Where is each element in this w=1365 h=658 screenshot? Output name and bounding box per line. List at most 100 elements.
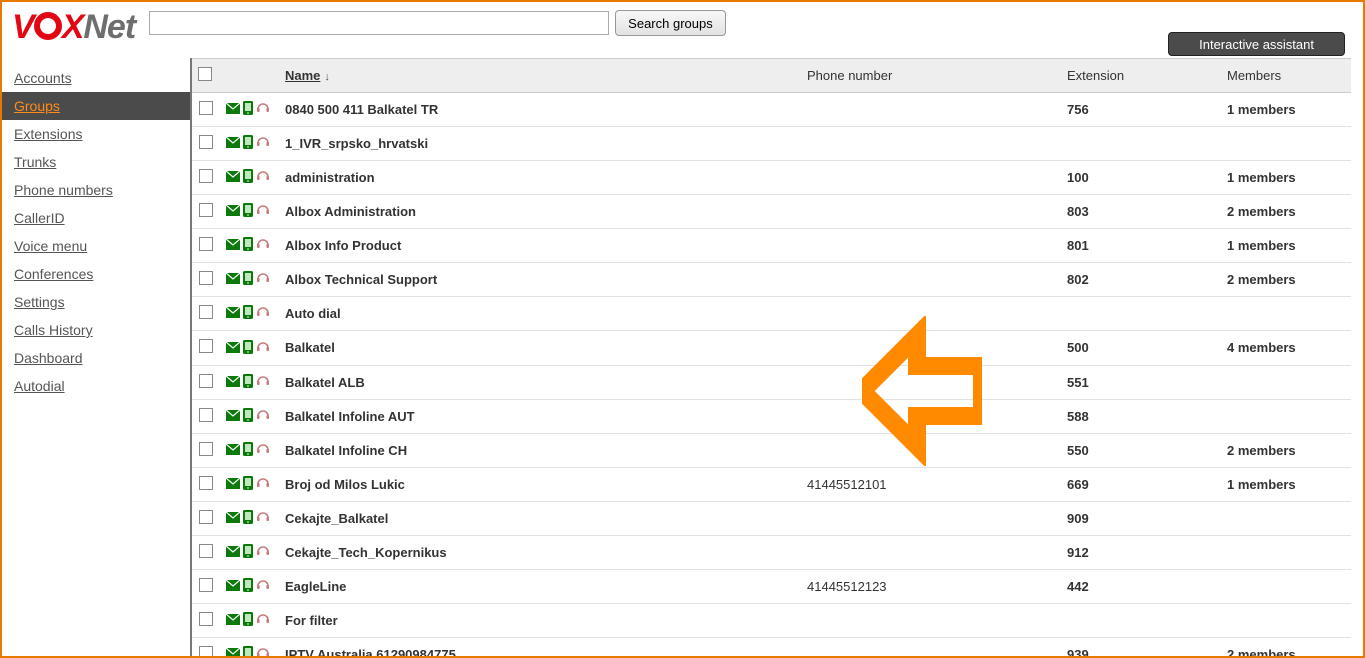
row-checkbox[interactable] bbox=[199, 578, 213, 592]
row-name[interactable]: IPTV Australia 61290984775 bbox=[279, 638, 801, 657]
header-members[interactable]: Members bbox=[1221, 59, 1351, 93]
row-name[interactable]: Cekajte_Balkatel bbox=[279, 501, 801, 535]
headset-icon[interactable] bbox=[256, 271, 270, 288]
phone-icon[interactable] bbox=[243, 578, 253, 595]
header-extension[interactable]: Extension bbox=[1061, 59, 1221, 93]
sidebar-item-conferences[interactable]: Conferences bbox=[2, 260, 190, 288]
phone-icon[interactable] bbox=[243, 237, 253, 254]
row-checkbox[interactable] bbox=[199, 646, 213, 656]
phone-icon[interactable] bbox=[243, 340, 253, 357]
header-phone[interactable]: Phone number bbox=[801, 59, 1061, 93]
row-name[interactable]: EagleLine bbox=[279, 569, 801, 603]
headset-icon[interactable] bbox=[256, 169, 270, 186]
mail-icon[interactable] bbox=[226, 341, 240, 356]
headset-icon[interactable] bbox=[256, 646, 270, 656]
row-name[interactable]: Cekajte_Tech_Kopernikus bbox=[279, 535, 801, 569]
mail-icon[interactable] bbox=[226, 579, 240, 594]
mail-icon[interactable] bbox=[226, 511, 240, 526]
row-checkbox[interactable] bbox=[199, 476, 213, 490]
headset-icon[interactable] bbox=[256, 237, 270, 254]
sidebar-item-phone-numbers[interactable]: Phone numbers bbox=[2, 176, 190, 204]
row-checkbox[interactable] bbox=[199, 544, 213, 558]
row-checkbox[interactable] bbox=[199, 339, 213, 353]
phone-icon[interactable] bbox=[243, 476, 253, 493]
row-checkbox[interactable] bbox=[199, 101, 213, 115]
sidebar-item-autodial[interactable]: Autodial bbox=[2, 372, 190, 400]
phone-icon[interactable] bbox=[243, 374, 253, 391]
row-checkbox[interactable] bbox=[199, 135, 213, 149]
mail-icon[interactable] bbox=[226, 238, 240, 253]
row-name[interactable]: administration bbox=[279, 161, 801, 195]
row-name[interactable]: 0840 500 411 Balkatel TR bbox=[279, 93, 801, 127]
headset-icon[interactable] bbox=[256, 374, 270, 391]
headset-icon[interactable] bbox=[256, 135, 270, 152]
row-name[interactable]: Balkatel ALB bbox=[279, 365, 801, 399]
row-checkbox[interactable] bbox=[199, 271, 213, 285]
phone-icon[interactable] bbox=[243, 442, 253, 459]
phone-icon[interactable] bbox=[243, 203, 253, 220]
sidebar-item-groups[interactable]: Groups bbox=[2, 92, 190, 120]
sidebar-item-extensions[interactable]: Extensions bbox=[2, 120, 190, 148]
phone-icon[interactable] bbox=[243, 305, 253, 322]
row-checkbox[interactable] bbox=[199, 612, 213, 626]
row-name[interactable]: Albox Info Product bbox=[279, 229, 801, 263]
sort-name-link[interactable]: Name bbox=[285, 68, 320, 83]
mail-icon[interactable] bbox=[226, 375, 240, 390]
phone-icon[interactable] bbox=[243, 135, 253, 152]
headset-icon[interactable] bbox=[256, 101, 270, 118]
mail-icon[interactable] bbox=[226, 443, 240, 458]
mail-icon[interactable] bbox=[226, 613, 240, 628]
headset-icon[interactable] bbox=[256, 203, 270, 220]
mail-icon[interactable] bbox=[226, 136, 240, 151]
headset-icon[interactable] bbox=[256, 612, 270, 629]
phone-icon[interactable] bbox=[243, 169, 253, 186]
row-name[interactable]: Albox Administration bbox=[279, 195, 801, 229]
mail-icon[interactable] bbox=[226, 477, 240, 492]
sidebar-item-accounts[interactable]: Accounts bbox=[2, 64, 190, 92]
sidebar-item-callerid[interactable]: CallerID bbox=[2, 204, 190, 232]
row-name[interactable]: Balkatel bbox=[279, 331, 801, 365]
row-checkbox[interactable] bbox=[199, 442, 213, 456]
mail-icon[interactable] bbox=[226, 647, 240, 656]
row-name[interactable]: Albox Technical Support bbox=[279, 263, 801, 297]
row-name[interactable]: Auto dial bbox=[279, 297, 801, 331]
sidebar-item-calls-history[interactable]: Calls History bbox=[2, 316, 190, 344]
row-checkbox[interactable] bbox=[199, 374, 213, 388]
mail-icon[interactable] bbox=[226, 272, 240, 287]
row-checkbox[interactable] bbox=[199, 237, 213, 251]
row-checkbox[interactable] bbox=[199, 408, 213, 422]
headset-icon[interactable] bbox=[256, 305, 270, 322]
row-name[interactable]: Balkatel Infoline AUT bbox=[279, 399, 801, 433]
row-name[interactable]: For filter bbox=[279, 603, 801, 637]
row-name[interactable]: 1_IVR_srpsko_hrvatski bbox=[279, 127, 801, 161]
headset-icon[interactable] bbox=[256, 510, 270, 527]
headset-icon[interactable] bbox=[256, 442, 270, 459]
row-checkbox[interactable] bbox=[199, 169, 213, 183]
mail-icon[interactable] bbox=[226, 102, 240, 117]
headset-icon[interactable] bbox=[256, 340, 270, 357]
search-button[interactable]: Search groups bbox=[615, 10, 726, 36]
row-checkbox[interactable] bbox=[199, 510, 213, 524]
phone-icon[interactable] bbox=[243, 101, 253, 118]
row-name[interactable]: Broj od Milos Lukic bbox=[279, 467, 801, 501]
sidebar-item-voice-menu[interactable]: Voice menu bbox=[2, 232, 190, 260]
phone-icon[interactable] bbox=[243, 408, 253, 425]
mail-icon[interactable] bbox=[226, 170, 240, 185]
select-all-checkbox[interactable] bbox=[198, 67, 212, 81]
row-checkbox[interactable] bbox=[199, 203, 213, 217]
sidebar-item-dashboard[interactable]: Dashboard bbox=[2, 344, 190, 372]
mail-icon[interactable] bbox=[226, 409, 240, 424]
sidebar-item-trunks[interactable]: Trunks bbox=[2, 148, 190, 176]
search-input[interactable] bbox=[149, 11, 609, 35]
headset-icon[interactable] bbox=[256, 476, 270, 493]
phone-icon[interactable] bbox=[243, 510, 253, 527]
phone-icon[interactable] bbox=[243, 646, 253, 656]
mail-icon[interactable] bbox=[226, 306, 240, 321]
headset-icon[interactable] bbox=[256, 544, 270, 561]
row-name[interactable]: Balkatel Infoline CH bbox=[279, 433, 801, 467]
phone-icon[interactable] bbox=[243, 544, 253, 561]
row-checkbox[interactable] bbox=[199, 305, 213, 319]
headset-icon[interactable] bbox=[256, 408, 270, 425]
phone-icon[interactable] bbox=[243, 612, 253, 629]
header-name[interactable]: Name↓ bbox=[279, 59, 801, 93]
